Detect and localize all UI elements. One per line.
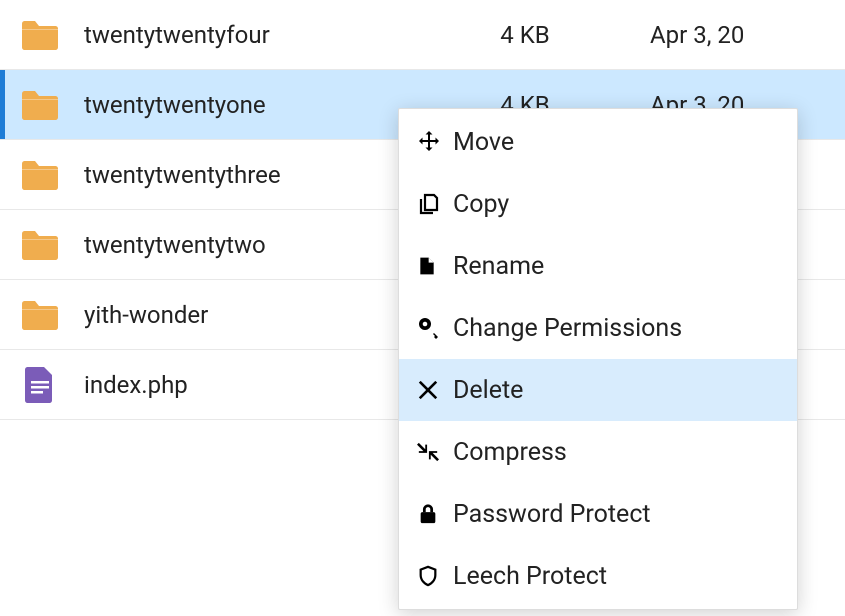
file-icon <box>0 367 80 403</box>
menu-item-copy[interactable]: Copy <box>399 173 797 235</box>
rename-icon <box>417 251 451 281</box>
menu-label: Leech Protect <box>451 562 607 591</box>
table-row[interactable]: twentytwentyfour 4 KB Apr 3, 20 <box>0 0 845 70</box>
menu-label: Copy <box>451 190 509 219</box>
menu-item-rename[interactable]: Rename <box>399 235 797 297</box>
key-icon <box>417 313 451 343</box>
shield-icon <box>417 561 451 591</box>
file-name: index.php <box>80 371 440 399</box>
folder-icon <box>0 300 80 330</box>
file-name: twentytwentythree <box>80 161 440 189</box>
file-date: Apr 3, 20 <box>610 21 845 49</box>
menu-label: Change Permissions <box>451 314 682 343</box>
folder-icon <box>0 20 80 50</box>
compress-icon <box>417 437 451 467</box>
menu-item-delete[interactable]: Delete <box>399 359 797 421</box>
menu-item-leech-protect[interactable]: Leech Protect <box>399 545 797 607</box>
lock-icon <box>417 499 451 529</box>
menu-label: Move <box>451 128 514 157</box>
menu-label: Rename <box>451 252 544 281</box>
file-name: twentytwentyfour <box>80 21 440 49</box>
menu-label: Compress <box>451 438 567 467</box>
copy-icon <box>417 189 451 219</box>
menu-label: Delete <box>451 376 523 405</box>
menu-item-compress[interactable]: Compress <box>399 421 797 483</box>
times-icon <box>417 375 451 405</box>
menu-item-move[interactable]: Move <box>399 111 797 173</box>
menu-label: Password Protect <box>451 500 651 529</box>
file-name: yith-wonder <box>80 301 440 329</box>
folder-icon <box>0 90 80 120</box>
file-size: 4 KB <box>440 21 610 49</box>
context-menu: Move Copy Rename Change Permissions Dele… <box>398 108 798 610</box>
move-icon <box>417 127 451 157</box>
file-name: twentytwentyone <box>80 91 440 119</box>
folder-icon <box>0 230 80 260</box>
file-name: twentytwentytwo <box>80 231 440 259</box>
menu-item-change-permissions[interactable]: Change Permissions <box>399 297 797 359</box>
folder-icon <box>0 160 80 190</box>
menu-item-password-protect[interactable]: Password Protect <box>399 483 797 545</box>
